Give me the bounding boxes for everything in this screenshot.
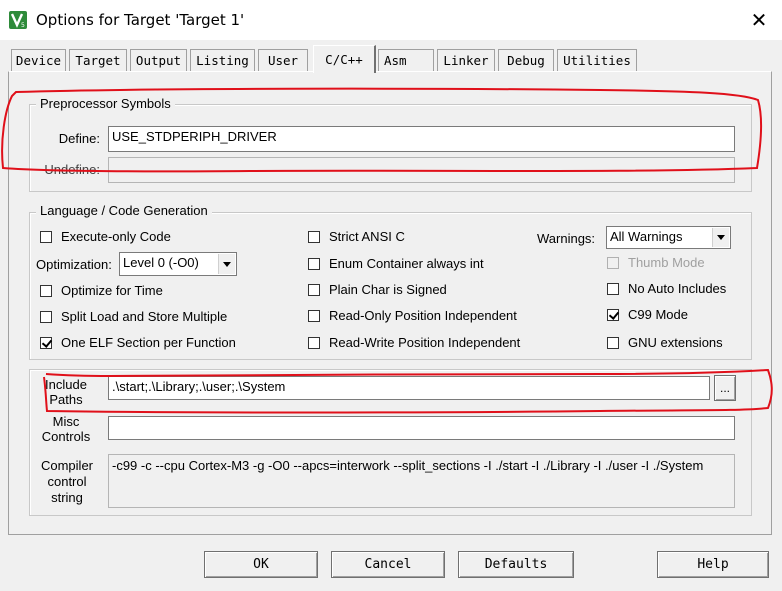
- optimize-time-checkbox[interactable]: Optimize for Time: [40, 283, 163, 298]
- include-paths-label: Include Paths: [45, 377, 87, 407]
- enum-container-checkbox[interactable]: Enum Container always int: [308, 256, 484, 271]
- language-legend: Language / Code Generation: [36, 203, 212, 218]
- cancel-button[interactable]: Cancel: [331, 551, 445, 578]
- execute-only-checkbox[interactable]: Execute-only Code: [40, 229, 171, 244]
- rw-position-independent-checkbox[interactable]: Read-Write Position Independent: [308, 335, 520, 350]
- define-input[interactable]: USE_STDPERIPH_DRIVER: [108, 126, 735, 152]
- warnings-label: Warnings:: [537, 231, 596, 246]
- no-auto-includes-checkbox[interactable]: No Auto Includes: [607, 281, 726, 296]
- optimization-label: Optimization:: [36, 257, 112, 272]
- help-button[interactable]: Help: [657, 551, 769, 578]
- keil-app-icon: 5: [9, 11, 27, 29]
- tab-target[interactable]: Target: [69, 49, 127, 71]
- undefine-input[interactable]: [108, 157, 735, 183]
- tab-device[interactable]: Device: [11, 49, 66, 71]
- defaults-button[interactable]: Defaults: [458, 551, 574, 578]
- tab-user[interactable]: User: [258, 49, 308, 71]
- browse-include-paths-button[interactable]: ...: [714, 375, 736, 401]
- c99-mode-checkbox[interactable]: C99 Mode: [607, 307, 688, 322]
- svg-text:5: 5: [21, 22, 25, 29]
- tab-linker[interactable]: Linker: [437, 49, 495, 71]
- window-title: Options for Target 'Target 1': [36, 11, 245, 29]
- tab-debug[interactable]: Debug: [498, 49, 554, 71]
- tab-c-cpp[interactable]: C/C++: [313, 45, 376, 73]
- compiler-control-string-label: Compiler control string: [40, 458, 93, 505]
- execute-only-box[interactable]: [40, 230, 52, 243]
- thumb-mode-checkbox: Thumb Mode: [607, 255, 705, 270]
- misc-controls-input[interactable]: [108, 416, 735, 440]
- optimization-select[interactable]: Level 0 (-O0): [119, 252, 237, 276]
- warnings-select[interactable]: All Warnings: [606, 226, 731, 249]
- undefine-label: Undefine:: [44, 162, 100, 177]
- misc-controls-label: Misc Controls: [41, 414, 91, 444]
- tab-listing[interactable]: Listing: [190, 49, 255, 71]
- chevron-down-icon[interactable]: [712, 228, 729, 247]
- compiler-control-string-textarea[interactable]: -c99 -c --cpu Cortex-M3 -g -O0 --apcs=in…: [108, 454, 735, 508]
- gnu-extensions-checkbox[interactable]: GNU extensions: [607, 335, 723, 350]
- tab-output[interactable]: Output: [130, 49, 187, 71]
- checkmark-icon[interactable]: [607, 308, 619, 321]
- close-icon[interactable]: ✕: [742, 4, 776, 36]
- strict-ansi-checkbox[interactable]: Strict ANSI C: [308, 229, 405, 244]
- title-bar: 5 Options for Target 'Target 1' ✕: [0, 0, 782, 40]
- include-paths-input[interactable]: .\start;.\Library;.\user;.\System: [108, 376, 710, 400]
- tab-asm[interactable]: Asm: [378, 49, 434, 71]
- one-elf-checkbox[interactable]: One ELF Section per Function: [40, 335, 236, 350]
- tab-utilities[interactable]: Utilities: [557, 49, 637, 71]
- checkmark-icon[interactable]: [40, 336, 52, 349]
- split-load-checkbox[interactable]: Split Load and Store Multiple: [40, 309, 227, 324]
- ok-button[interactable]: OK: [204, 551, 318, 578]
- ro-position-independent-checkbox[interactable]: Read-Only Position Independent: [308, 308, 517, 323]
- chevron-down-icon[interactable]: [218, 254, 235, 274]
- plain-char-checkbox[interactable]: Plain Char is Signed: [308, 282, 447, 297]
- define-label: Define:: [58, 131, 100, 146]
- preprocessor-legend: Preprocessor Symbols: [36, 96, 175, 111]
